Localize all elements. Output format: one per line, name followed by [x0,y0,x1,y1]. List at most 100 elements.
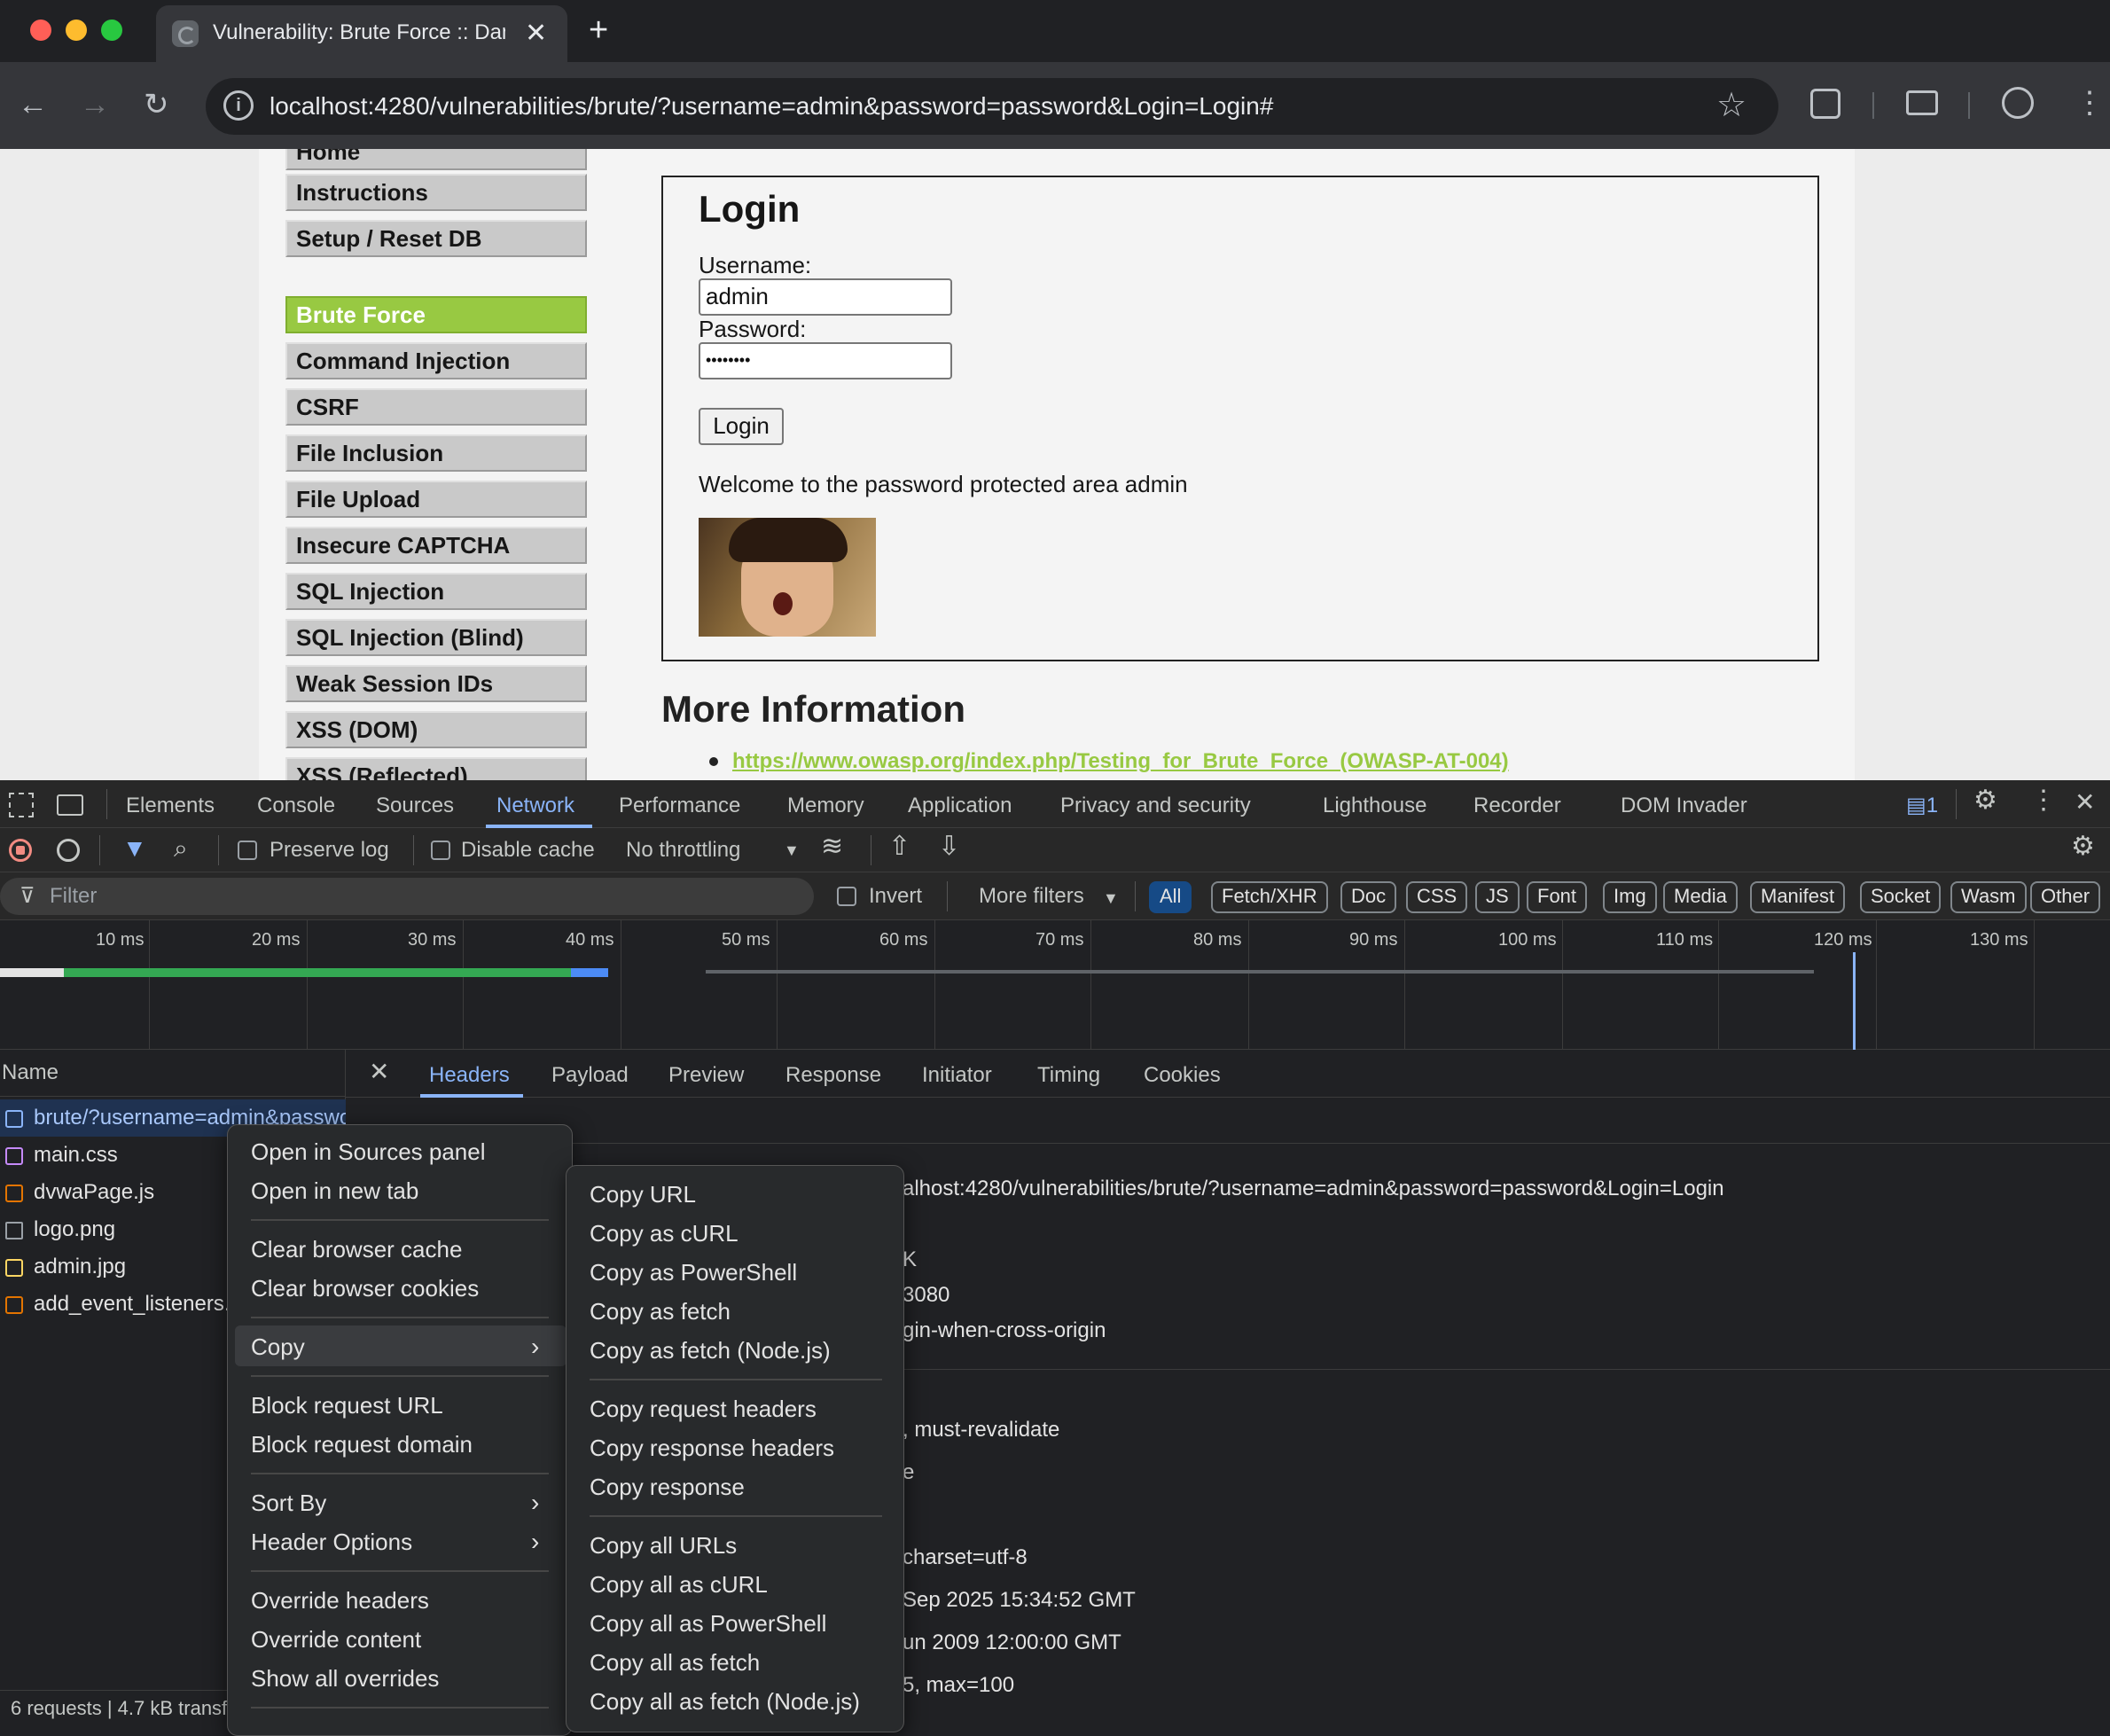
record-stop-icon[interactable] [9,839,32,862]
menu-override-content[interactable]: Override content [251,1625,421,1654]
sidebar-item-home[interactable]: Home [285,149,587,170]
invert-checkbox[interactable] [837,887,856,906]
detail-tab-timing[interactable]: Timing [1037,1062,1100,1089]
address-bar[interactable]: i localhost:4280/vulnerabilities/brute/?… [206,78,1778,135]
detail-tab-payload[interactable]: Payload [551,1062,629,1089]
tab-close-icon[interactable]: ✕ [525,16,547,51]
menu-open-in-new-tab[interactable]: Open in new tab [251,1177,418,1205]
export-har-icon[interactable]: ⇩ [938,833,960,860]
tab-network[interactable]: Network [496,793,574,819]
more-filters-dropdown[interactable]: More filters [979,883,1084,910]
menu-copy-all-urls[interactable]: Copy all URLs [590,1531,737,1560]
general-section-header[interactable] [346,1099,2110,1144]
menu-override-headers[interactable]: Override headers [251,1586,429,1615]
type-filter-css[interactable]: CSS [1406,881,1468,913]
sidebar-item-instructions[interactable]: Instructions [285,174,587,211]
chrome-menu-icon[interactable]: ⋮ [2075,85,2105,121]
username-input[interactable]: admin [699,278,952,316]
tab-privacy-security[interactable]: Privacy and security [1060,793,1251,819]
settings-gear-icon[interactable]: ⚙ [1973,787,1997,814]
menu-copy-all-as-curl[interactable]: Copy all as cURL [590,1570,768,1599]
type-filter-all[interactable]: All [1149,881,1192,913]
sidebar-item-command-injection[interactable]: Command Injection [285,342,587,379]
menu-copy-as-fetch[interactable]: Copy as fetch [590,1297,731,1325]
new-tab-button[interactable]: + [589,11,608,50]
type-filter-doc[interactable]: Doc [1340,881,1397,913]
sidebar-item-csrf[interactable]: CSRF [285,388,587,426]
menu-copy-response[interactable]: Copy response [590,1473,745,1501]
network-overview-timeline[interactable]: 10 ms 20 ms 30 ms 40 ms 50 ms 60 ms 70 m… [0,920,2110,1050]
more-filters-chevron-icon[interactable]: ▼ [1103,885,1119,911]
type-filter-font[interactable]: Font [1527,881,1588,913]
profile-icon[interactable] [2002,87,2034,119]
back-icon[interactable]: ← [18,87,48,122]
filter-input[interactable]: ⊽ Filter [0,878,814,915]
menu-block-request-url[interactable]: Block request URL [251,1391,443,1419]
tab-application[interactable]: Application [908,793,1012,819]
close-window-button[interactable] [30,20,51,41]
issues-badge[interactable]: ▤1 [1906,793,1938,819]
sidebar-item-sql-injection-blind[interactable]: SQL Injection (Blind) [285,619,587,656]
tab-memory[interactable]: Memory [787,793,864,819]
type-filter-wasm[interactable]: Wasm [1950,881,2027,913]
menu-copy-as-fetch-node[interactable]: Copy as fetch (Node.js) [590,1336,831,1365]
inspect-element-icon[interactable] [9,793,34,817]
menu-copy-as-powershell[interactable]: Copy as PowerShell [590,1258,797,1286]
sidebar-item-file-inclusion[interactable]: File Inclusion [285,434,587,472]
sidebar-item-file-upload[interactable]: File Upload [285,481,587,518]
sidebar-item-sql-injection[interactable]: SQL Injection [285,573,587,610]
extensions-icon[interactable] [1810,89,1840,119]
menu-open-in-sources[interactable]: Open in Sources panel [251,1138,486,1166]
maximize-window-button[interactable] [101,20,122,41]
sidebar-item-brute-force[interactable]: Brute Force [285,296,587,333]
menu-copy-as-curl[interactable]: Copy as cURL [590,1219,738,1247]
type-filter-other[interactable]: Other [2030,881,2101,913]
detail-tab-initiator[interactable]: Initiator [922,1062,992,1089]
menu-copy-url[interactable]: Copy URL [590,1180,696,1208]
disable-cache-checkbox[interactable] [431,841,450,860]
sidebar-item-insecure-captcha[interactable]: Insecure CAPTCHA [285,527,587,564]
type-filter-fetch-xhr[interactable]: Fetch/XHR [1211,881,1328,913]
search-icon[interactable]: ⌕ [174,835,188,862]
detail-tab-preview[interactable]: Preview [668,1062,744,1089]
tab-recorder[interactable]: Recorder [1473,793,1561,819]
menu-clear-browser-cache[interactable]: Clear browser cache [251,1235,462,1263]
type-filter-img[interactable]: Img [1603,881,1657,913]
clear-icon[interactable] [57,839,80,862]
owasp-link[interactable]: https://www.owasp.org/index.php/Testing_… [732,748,1509,775]
devtools-close-icon[interactable]: ✕ [2075,789,2095,816]
menu-block-request-domain[interactable]: Block request domain [251,1430,473,1458]
name-column-header[interactable]: Name [2,1055,339,1091]
site-info-icon[interactable]: i [223,90,254,121]
detail-tab-response[interactable]: Response [785,1062,881,1089]
forward-icon[interactable]: → [80,87,110,122]
password-input[interactable]: •••••••• [699,342,952,379]
menu-copy-all-as-powershell[interactable]: Copy all as PowerShell [590,1609,826,1638]
tab-dom-invader[interactable]: DOM Invader [1621,793,1747,819]
type-filter-js[interactable]: JS [1475,881,1520,913]
filter-funnel-icon[interactable]: ▼ [122,835,147,862]
minimize-window-button[interactable] [66,20,87,41]
url-text[interactable]: localhost:4280/vulnerabilities/brute/?us… [270,90,1273,122]
reload-icon[interactable]: ↻ [144,87,169,122]
sidebar-item-xss-dom[interactable]: XSS (DOM) [285,711,587,748]
import-har-icon[interactable]: ⇧ [888,833,910,860]
preserve-log-checkbox[interactable] [238,841,257,860]
sidebar-item-setup[interactable]: Setup / Reset DB [285,220,587,257]
tab-console[interactable]: Console [257,793,335,819]
bookmark-star-icon[interactable]: ☆ [1716,85,1747,126]
menu-header-options[interactable]: Header Options [251,1528,412,1556]
detail-tab-headers[interactable]: Headers [429,1062,510,1089]
login-button[interactable]: Login [699,408,784,445]
menu-copy-response-headers[interactable]: Copy response headers [590,1434,834,1462]
tab-elements[interactable]: Elements [126,793,215,819]
network-settings-gear-icon[interactable]: ⚙ [2071,833,2095,860]
detail-tab-cookies[interactable]: Cookies [1144,1062,1221,1089]
network-conditions-icon[interactable]: ≋ [821,833,843,860]
tab-lighthouse[interactable]: Lighthouse [1323,793,1426,819]
menu-show-all-overrides[interactable]: Show all overrides [251,1664,439,1693]
browser-tab[interactable]: Vulnerability: Brute Force :: Damn Vulne… [156,5,567,62]
type-filter-manifest[interactable]: Manifest [1750,881,1846,913]
menu-copy-all-as-fetch[interactable]: Copy all as fetch [590,1648,760,1677]
tab-sources[interactable]: Sources [376,793,454,819]
